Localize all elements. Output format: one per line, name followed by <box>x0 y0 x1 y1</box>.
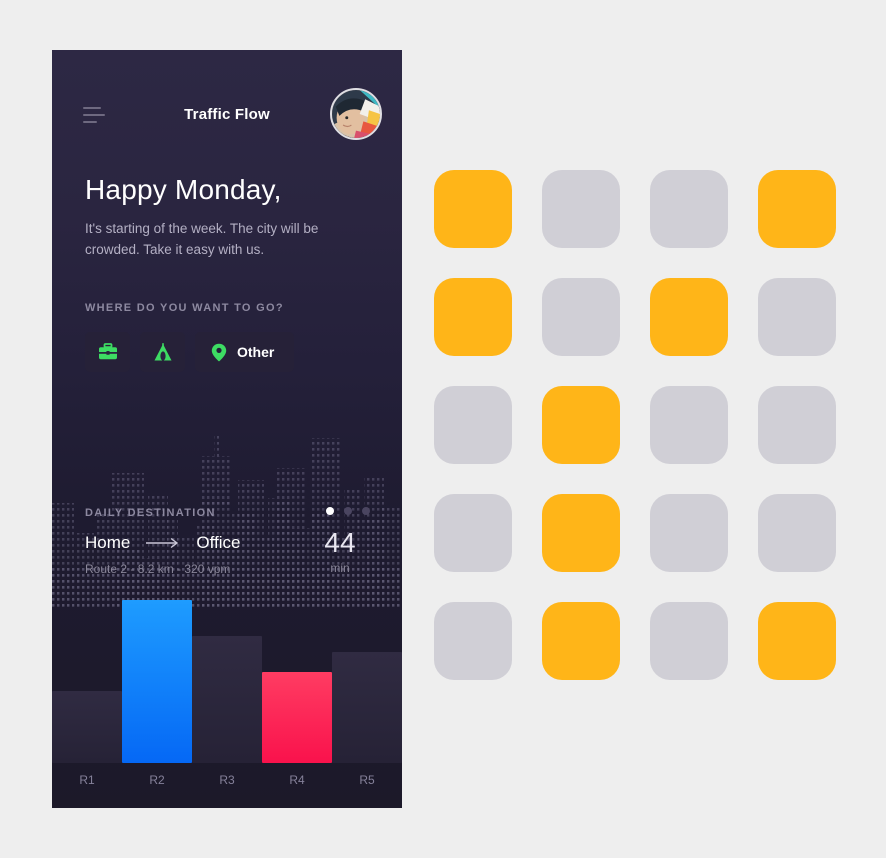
tile-r5c4[interactable] <box>758 602 836 680</box>
user-avatar[interactable] <box>330 88 382 140</box>
destination-option-work[interactable] <box>85 332 130 372</box>
tile-r1c4[interactable] <box>758 170 836 248</box>
phone-header: Traffic Flow <box>52 50 402 140</box>
eta-value: 44 <box>324 527 356 558</box>
tile-r4c1[interactable] <box>434 494 512 572</box>
destination-prompt-label: WHERE DO YOU WANT TO GO? <box>85 302 284 314</box>
location-pin-icon <box>211 343 227 362</box>
pagination-dot-2[interactable] <box>344 507 352 515</box>
tile-r5c3[interactable] <box>650 602 728 680</box>
phone-panel: Traffic Flow Happy Monday, It's starting… <box>52 50 402 808</box>
tile-r1c3[interactable] <box>650 170 728 248</box>
chart-bar-r3[interactable] <box>192 636 262 763</box>
tile-r1c1[interactable] <box>434 170 512 248</box>
tile-r3c4[interactable] <box>758 386 836 464</box>
route-meta: Route 2 - 8.2 km - 320 vpm <box>85 562 231 576</box>
chart-bar-r5[interactable] <box>332 652 402 763</box>
chart-x-label-r2: R2 <box>149 773 165 787</box>
tile-grid <box>434 170 836 680</box>
arrow-right-icon <box>146 537 180 549</box>
chart-bars <box>52 600 402 763</box>
chart-bar-r2[interactable] <box>122 600 192 763</box>
chart-x-label-r1: R1 <box>79 773 95 787</box>
pagination-dot-1[interactable] <box>326 507 334 515</box>
tile-r2c1[interactable] <box>434 278 512 356</box>
chart-x-label-r5: R5 <box>359 773 375 787</box>
chart-bar-r4[interactable] <box>262 672 332 763</box>
chart-x-label-r3: R3 <box>219 773 235 787</box>
daily-destination-label: DAILY DESTINATION <box>85 507 216 519</box>
tile-r5c2[interactable] <box>542 602 620 680</box>
eta-unit: min <box>330 561 350 575</box>
route-origin: Home <box>85 533 131 552</box>
route-endpoints-row: Home Office <box>85 533 240 553</box>
tile-r3c2[interactable] <box>542 386 620 464</box>
destination-option-home[interactable] <box>140 332 185 372</box>
destination-options-row: Other <box>85 332 295 372</box>
screen-root: Traffic Flow Happy Monday, It's starting… <box>0 0 886 858</box>
tile-r3c3[interactable] <box>650 386 728 464</box>
route-bar-chart: R1 R2 R3 R4 R5 <box>52 600 402 808</box>
route-destination: Office <box>196 533 241 552</box>
eta-block: 44 min <box>310 527 370 576</box>
chart-bar-r1[interactable] <box>52 691 122 763</box>
tile-r4c2[interactable] <box>542 494 620 572</box>
tile-r5c1[interactable] <box>434 602 512 680</box>
pagination-dot-3[interactable] <box>362 507 370 515</box>
tile-r3c1[interactable] <box>434 386 512 464</box>
greeting-heading: Happy Monday, <box>85 174 282 205</box>
destination-option-other[interactable]: Other <box>195 332 295 372</box>
tile-r4c4[interactable] <box>758 494 836 572</box>
tile-r2c4[interactable] <box>758 278 836 356</box>
chart-x-axis: R1 R2 R3 R4 R5 <box>52 763 402 808</box>
briefcase-icon <box>98 343 118 361</box>
tile-r4c3[interactable] <box>650 494 728 572</box>
chart-x-label-r4: R4 <box>289 773 305 787</box>
tile-r2c2[interactable] <box>542 278 620 356</box>
tile-r2c3[interactable] <box>650 278 728 356</box>
destination-option-other-label: Other <box>237 344 275 360</box>
tile-r1c2[interactable] <box>542 170 620 248</box>
house-icon <box>153 342 173 362</box>
greeting-subtitle: It's starting of the week. The city will… <box>85 221 319 257</box>
carousel-pagination <box>326 507 370 515</box>
